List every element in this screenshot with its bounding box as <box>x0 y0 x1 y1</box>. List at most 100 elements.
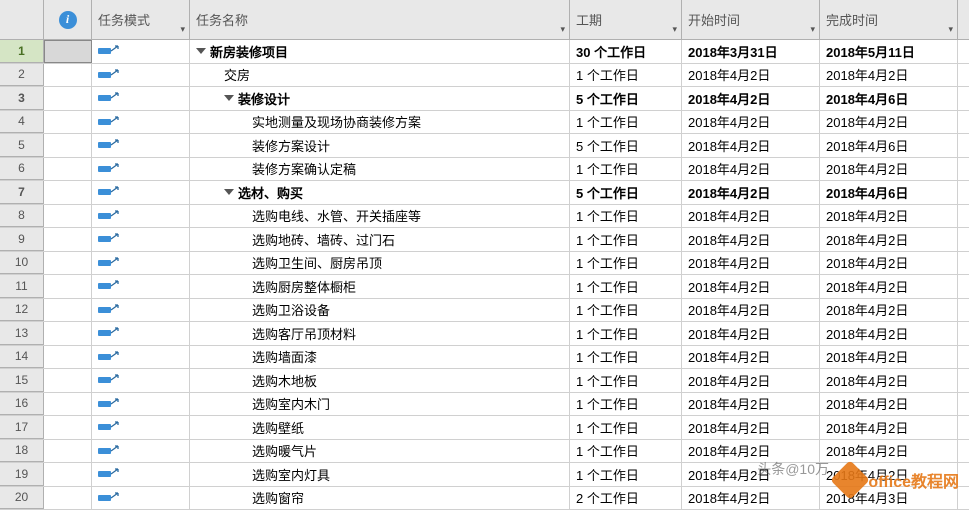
duration-cell[interactable]: 5 个工作日 <box>570 134 682 157</box>
start-cell[interactable]: 2018年4月2日 <box>682 393 820 416</box>
task-name-cell[interactable]: 实地测量及现场协商装修方案 <box>190 111 570 134</box>
start-cell[interactable]: 2018年4月2日 <box>682 87 820 110</box>
task-row[interactable]: 16 选购室内木门1 个工作日2018年4月2日2018年4月2日 <box>0 393 969 417</box>
duration-cell[interactable]: 30 个工作日 <box>570 40 682 63</box>
info-cell[interactable] <box>44 87 92 110</box>
header-duration[interactable]: 工期 ▾ <box>570 0 682 39</box>
task-row[interactable]: 8 选购电线、水管、开关插座等1 个工作日2018年4月2日2018年4月2日 <box>0 205 969 229</box>
task-row[interactable]: 5 装修方案设计5 个工作日2018年4月2日2018年4月6日 <box>0 134 969 158</box>
task-row[interactable]: 9 选购地砖、墙砖、过门石1 个工作日2018年4月2日2018年4月2日 <box>0 228 969 252</box>
task-name-cell[interactable]: 新房装修项目 <box>190 40 570 63</box>
finish-cell[interactable]: 2018年4月2日 <box>820 346 958 369</box>
start-cell[interactable]: 2018年4月2日 <box>682 299 820 322</box>
info-cell[interactable] <box>44 369 92 392</box>
info-cell[interactable] <box>44 111 92 134</box>
task-name-cell[interactable]: 选材、购买 <box>190 181 570 204</box>
finish-cell[interactable]: 2018年4月2日 <box>820 64 958 87</box>
task-name-cell[interactable]: 选购室内木门 <box>190 393 570 416</box>
finish-cell[interactable]: 2018年5月11日 <box>820 40 958 63</box>
header-task-name[interactable]: 任务名称 ▾ <box>190 0 570 39</box>
duration-cell[interactable]: 1 个工作日 <box>570 158 682 181</box>
row-number[interactable]: 2 <box>0 64 44 87</box>
task-mode-cell[interactable] <box>92 87 190 110</box>
header-start[interactable]: 开始时间 ▾ <box>682 0 820 39</box>
task-row[interactable]: 4 实地测量及现场协商装修方案1 个工作日2018年4月2日2018年4月2日 <box>0 111 969 135</box>
start-cell[interactable]: 2018年4月2日 <box>682 64 820 87</box>
duration-cell[interactable]: 1 个工作日 <box>570 205 682 228</box>
start-cell[interactable]: 2018年4月2日 <box>682 463 820 486</box>
finish-cell[interactable]: 2018年4月3日 <box>820 487 958 510</box>
task-mode-cell[interactable] <box>92 322 190 345</box>
info-cell[interactable] <box>44 487 92 510</box>
row-number[interactable]: 7 <box>0 181 44 204</box>
task-row[interactable]: 17 选购壁纸1 个工作日2018年4月2日2018年4月2日 <box>0 416 969 440</box>
start-cell[interactable]: 2018年4月2日 <box>682 487 820 510</box>
task-name-cell[interactable]: 选购壁纸 <box>190 416 570 439</box>
info-cell[interactable] <box>44 134 92 157</box>
duration-cell[interactable]: 2 个工作日 <box>570 487 682 510</box>
info-cell[interactable] <box>44 158 92 181</box>
info-cell[interactable] <box>44 346 92 369</box>
finish-cell[interactable]: 2018年4月2日 <box>820 111 958 134</box>
collapse-icon[interactable] <box>224 189 234 195</box>
row-number[interactable]: 11 <box>0 275 44 298</box>
info-cell[interactable] <box>44 440 92 463</box>
row-number[interactable]: 5 <box>0 134 44 157</box>
finish-cell[interactable]: 2018年4月6日 <box>820 87 958 110</box>
header-info[interactable]: i <box>44 0 92 39</box>
finish-cell[interactable]: 2018年4月2日 <box>820 393 958 416</box>
task-name-cell[interactable]: 选购木地板 <box>190 369 570 392</box>
task-row[interactable]: 15 选购木地板1 个工作日2018年4月2日2018年4月2日 <box>0 369 969 393</box>
task-name-cell[interactable]: 选购厨房整体橱柜 <box>190 275 570 298</box>
start-cell[interactable]: 2018年4月2日 <box>682 369 820 392</box>
task-name-cell[interactable]: 选购窗帘 <box>190 487 570 510</box>
info-cell[interactable] <box>44 275 92 298</box>
task-name-cell[interactable]: 选购地砖、墙砖、过门石 <box>190 228 570 251</box>
info-cell[interactable] <box>44 228 92 251</box>
finish-cell[interactable]: 2018年4月2日 <box>820 322 958 345</box>
duration-cell[interactable]: 1 个工作日 <box>570 463 682 486</box>
task-name-cell[interactable]: 装修设计 <box>190 87 570 110</box>
duration-cell[interactable]: 1 个工作日 <box>570 440 682 463</box>
start-cell[interactable]: 2018年4月2日 <box>682 346 820 369</box>
task-mode-cell[interactable] <box>92 299 190 322</box>
duration-cell[interactable]: 1 个工作日 <box>570 252 682 275</box>
task-name-cell[interactable]: 装修方案设计 <box>190 134 570 157</box>
duration-cell[interactable]: 1 个工作日 <box>570 64 682 87</box>
finish-cell[interactable]: 2018年4月6日 <box>820 134 958 157</box>
finish-cell[interactable]: 2018年4月2日 <box>820 463 958 486</box>
duration-cell[interactable]: 1 个工作日 <box>570 111 682 134</box>
duration-cell[interactable]: 1 个工作日 <box>570 393 682 416</box>
task-row[interactable]: 1 新房装修项目30 个工作日2018年3月31日2018年5月11日 <box>0 40 969 64</box>
dropdown-icon[interactable]: ▾ <box>948 24 953 35</box>
info-cell[interactable] <box>44 393 92 416</box>
row-number[interactable]: 10 <box>0 252 44 275</box>
dropdown-icon[interactable]: ▾ <box>810 24 815 35</box>
header-task-mode[interactable]: 任务模式 ▾ <box>92 0 190 39</box>
task-row[interactable]: 7 选材、购买5 个工作日2018年4月2日2018年4月6日 <box>0 181 969 205</box>
duration-cell[interactable]: 1 个工作日 <box>570 322 682 345</box>
task-mode-cell[interactable] <box>92 205 190 228</box>
finish-cell[interactable]: 2018年4月2日 <box>820 416 958 439</box>
finish-cell[interactable]: 2018年4月6日 <box>820 181 958 204</box>
dropdown-icon[interactable]: ▾ <box>560 24 565 35</box>
task-mode-cell[interactable] <box>92 346 190 369</box>
info-cell[interactable] <box>44 299 92 322</box>
row-number[interactable]: 15 <box>0 369 44 392</box>
task-name-cell[interactable]: 选购卫生间、厨房吊顶 <box>190 252 570 275</box>
finish-cell[interactable]: 2018年4月2日 <box>820 205 958 228</box>
row-number[interactable]: 13 <box>0 322 44 345</box>
task-row[interactable]: 18 选购暖气片1 个工作日2018年4月2日2018年4月2日 <box>0 440 969 464</box>
task-row[interactable]: 13 选购客厅吊顶材料1 个工作日2018年4月2日2018年4月2日 <box>0 322 969 346</box>
task-name-cell[interactable]: 选购电线、水管、开关插座等 <box>190 205 570 228</box>
task-row[interactable]: 14 选购墙面漆1 个工作日2018年4月2日2018年4月2日 <box>0 346 969 370</box>
dropdown-icon[interactable]: ▾ <box>180 24 185 35</box>
row-number[interactable]: 20 <box>0 487 44 510</box>
start-cell[interactable]: 2018年4月2日 <box>682 416 820 439</box>
info-cell[interactable] <box>44 252 92 275</box>
task-mode-cell[interactable] <box>92 134 190 157</box>
start-cell[interactable]: 2018年4月2日 <box>682 205 820 228</box>
task-mode-cell[interactable] <box>92 40 190 63</box>
task-name-cell[interactable]: 选购室内灯具 <box>190 463 570 486</box>
task-name-cell[interactable]: 装修方案确认定稿 <box>190 158 570 181</box>
